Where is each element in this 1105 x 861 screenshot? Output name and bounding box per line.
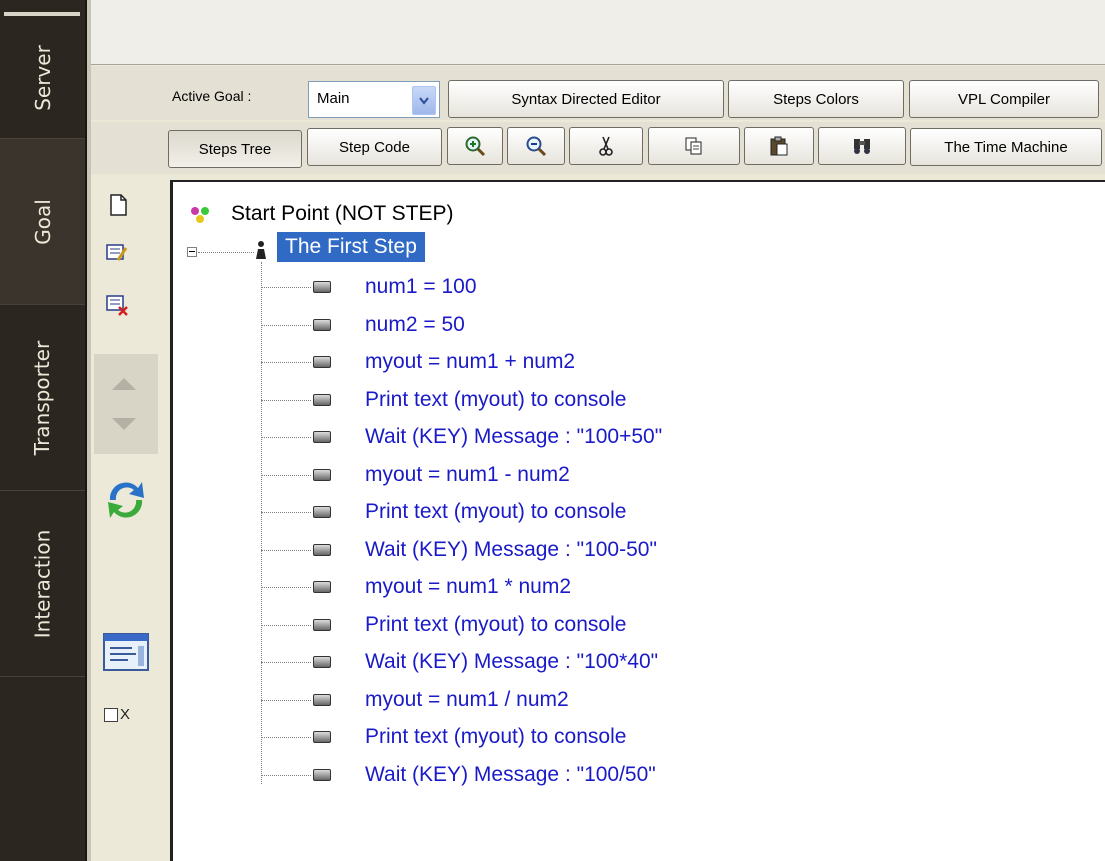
collapse-toggle[interactable] [187, 247, 197, 257]
tree-item[interactable]: Wait (KEY) Message : "100+50" [365, 422, 662, 452]
tree-connector [261, 662, 311, 663]
statement-icon [313, 656, 331, 668]
active-goal-select[interactable]: Main [308, 81, 440, 118]
tree-item[interactable]: Print text (myout) to console [365, 610, 626, 640]
tree-connector [261, 699, 311, 701]
tree-connector [261, 399, 311, 401]
tree-item[interactable]: Print text (myout) to console [365, 385, 626, 415]
tab-server[interactable]: Server [0, 18, 85, 139]
tree-item[interactable]: Print text (myout) to console [365, 497, 626, 527]
statement-icon [313, 693, 331, 706]
statement-icon [313, 506, 331, 518]
active-goal-label: Active Goal : [172, 88, 252, 104]
tree-item[interactable]: Wait (KEY) Message : "100-50" [365, 535, 657, 565]
new-step-icon[interactable] [105, 192, 131, 218]
tree-connector [261, 287, 311, 288]
cut-icon [599, 136, 613, 156]
statement-icon [313, 431, 331, 443]
checkbox-label: X [120, 706, 131, 723]
tree-connector [261, 324, 311, 326]
zoom-out-button[interactable] [507, 127, 565, 165]
chevron-down-icon[interactable] [412, 86, 436, 115]
checkbox-box[interactable] [104, 707, 118, 722]
tree-item[interactable]: Wait (KEY) Message : "100/50" [365, 760, 656, 790]
move-up-icon[interactable] [109, 370, 139, 396]
active-goal-value: Main [317, 90, 350, 107]
zoom-in-button[interactable] [447, 127, 503, 165]
tree-step-node[interactable]: The First Step [276, 231, 426, 263]
top-header-band [91, 0, 1105, 65]
tree-connector [261, 362, 311, 363]
time-machine-button[interactable]: The Time Machine [910, 128, 1102, 166]
tree-connector [261, 737, 311, 738]
tab-goal-label: Goal [30, 198, 55, 245]
tree-item[interactable]: myout = num1 + num2 [365, 347, 575, 377]
start-point-icon [191, 207, 209, 223]
tree-connector [261, 774, 311, 776]
copy-icon [685, 137, 702, 155]
tab-transporter-label: Transporter [30, 340, 55, 455]
vpl-compiler-button[interactable]: VPL Compiler [909, 80, 1099, 118]
steps-tree-panel[interactable]: Start Point (NOT STEP) The First Step nu… [170, 180, 1105, 861]
window-list-icon[interactable] [102, 632, 150, 672]
zoom-out-icon [526, 136, 547, 157]
step-code-button[interactable]: Step Code [307, 128, 442, 166]
statement-icon [313, 393, 331, 406]
paste-icon [770, 136, 788, 156]
move-down-icon[interactable] [109, 410, 139, 436]
tree-connector [261, 549, 311, 551]
tree-connector [261, 587, 311, 588]
edit-step-icon[interactable] [104, 240, 130, 266]
find-icon [854, 139, 870, 154]
zoom-in-icon [465, 136, 486, 157]
tree-item[interactable]: Wait (KEY) Message : "100*40" [365, 647, 658, 677]
tree-item[interactable]: myout = num1 * num2 [365, 572, 571, 602]
find-button[interactable] [818, 127, 906, 165]
tab-server-label: Server [30, 45, 55, 111]
statement-icon [313, 318, 331, 331]
statement-icon [313, 543, 331, 556]
tree-item[interactable]: Print text (myout) to console [365, 722, 626, 752]
steps-tree-button[interactable]: Steps Tree [168, 130, 302, 168]
tree-item[interactable]: num1 = 100 [365, 272, 477, 302]
tree-item[interactable]: myout = num1 - num2 [365, 460, 570, 490]
statement-icon [313, 356, 331, 368]
tree-item[interactable]: num2 = 50 [365, 310, 465, 340]
step-icon [256, 241, 266, 259]
tree-connector [261, 437, 311, 438]
tree-connector [261, 474, 311, 476]
tab-goal[interactable]: Goal [0, 139, 85, 305]
tree-connector [261, 624, 311, 626]
move-step-panel [94, 354, 158, 454]
show-x-checkbox[interactable]: X [104, 706, 130, 723]
syntax-editor-button[interactable]: Syntax Directed Editor [448, 80, 724, 118]
statement-icon [313, 468, 331, 481]
paste-button[interactable] [744, 127, 814, 165]
refresh-icon[interactable] [102, 476, 150, 524]
statement-icon [313, 731, 331, 743]
tree-root-node[interactable]: Start Point (NOT STEP) [231, 202, 454, 226]
copy-button[interactable] [648, 127, 740, 165]
tab-interaction-label: Interaction [30, 529, 55, 638]
tree-connector [261, 512, 311, 513]
tab-interaction[interactable]: Interaction [0, 491, 85, 677]
statement-icon [313, 768, 331, 781]
tab-transporter[interactable]: Transporter [0, 305, 85, 491]
delete-step-icon[interactable] [104, 292, 130, 318]
steps-colors-button[interactable]: Steps Colors [728, 80, 904, 118]
cut-button[interactable] [569, 127, 643, 165]
statement-icon [313, 618, 331, 631]
statement-icon [313, 281, 331, 293]
side-tab-strip: Server Goal Transporter Interaction [0, 0, 87, 861]
tree-item[interactable]: myout = num1 / num2 [365, 685, 569, 715]
statement-icon [313, 581, 331, 593]
tab-strip-top-line [4, 12, 80, 16]
